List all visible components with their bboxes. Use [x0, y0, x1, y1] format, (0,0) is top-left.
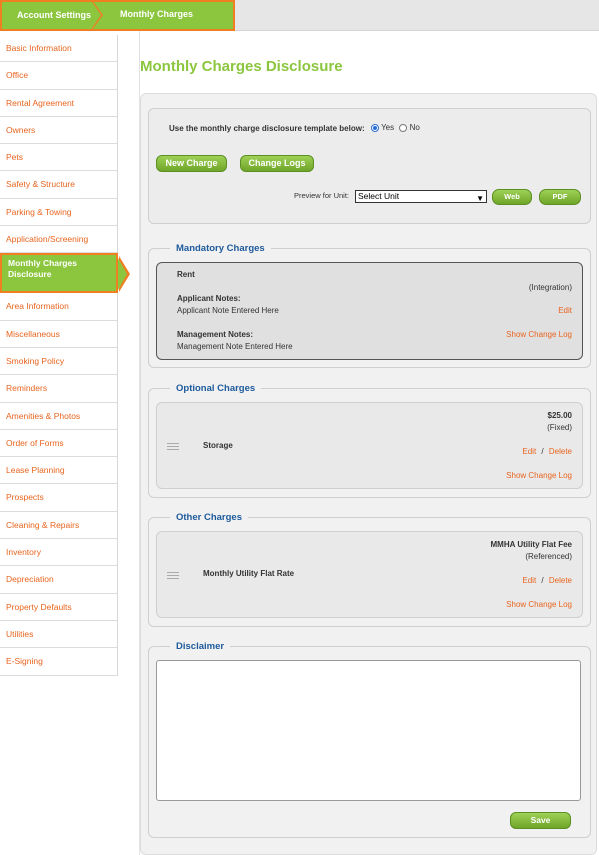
other-charges-legend: Other Charges [170, 512, 248, 523]
sidebar-item-safety-structure[interactable]: Safety & Structure [0, 171, 117, 199]
sidebar-item-utilities[interactable]: Utilities [0, 620, 117, 649]
mandatory-charges-section: Mandatory Charges Rent (Integration) App… [148, 243, 591, 368]
show-change-log-link[interactable]: Show Change Log [506, 330, 572, 339]
charge-amount: MMHA Utility Flat Fee [490, 540, 572, 549]
applicant-note-text: Applicant Note Entered Here [177, 306, 279, 315]
preview-unit-label: Preview for Unit: [294, 191, 350, 200]
mandatory-charges-legend: Mandatory Charges [170, 243, 271, 254]
preview-pdf-button[interactable]: PDF [539, 189, 581, 205]
sidebar-item-inventory[interactable]: Inventory [0, 539, 117, 567]
sidebar-item-prospects[interactable]: Prospects [0, 484, 117, 512]
breadcrumb-current-label: Monthly Charges [120, 9, 194, 19]
show-change-log-link[interactable]: Show Change Log [506, 600, 572, 609]
charge-actions: Edit / Delete [522, 576, 572, 585]
charge-name: Storage [203, 441, 233, 450]
sidebar-item-property-defaults[interactable]: Property Defaults [0, 593, 117, 621]
template-yes-label: Yes [381, 123, 395, 132]
sidebar-item-depreciation[interactable]: Depreciation [0, 566, 117, 594]
charge-actions: Edit / Delete [522, 447, 572, 456]
management-notes-label: Management Notes: [177, 330, 254, 339]
breadcrumb-parent[interactable]: Account Settings [0, 0, 98, 31]
template-question: Use the monthly charge disclosure templa… [169, 124, 365, 133]
charge-name: Rent [177, 270, 195, 279]
sidebar-item-reminders[interactable]: Reminders [0, 375, 117, 403]
charge-type: (Fixed) [547, 423, 572, 432]
preview-unit-select[interactable]: Select Unit ▼ [355, 190, 487, 203]
change-logs-button[interactable]: Change Logs [240, 155, 314, 172]
charge-type: (Integration) [528, 283, 572, 292]
preview-unit-value: Select Unit [358, 191, 400, 201]
applicant-notes-label: Applicant Notes: [177, 294, 241, 303]
main-content: Monthly Charges Disclosure Use the month… [139, 31, 599, 855]
template-no-radio[interactable] [399, 123, 408, 132]
breadcrumb-parent-label[interactable]: Account Settings [17, 10, 91, 20]
sidebar-item-smoking-policy[interactable]: Smoking Policy [0, 347, 117, 376]
new-charge-button[interactable]: New Charge [156, 155, 227, 172]
sidebar-item-office[interactable]: Office [0, 62, 117, 90]
save-button[interactable]: Save [510, 812, 571, 829]
sidebar-item-cleaning-repairs[interactable]: Cleaning & Repairs [0, 511, 117, 540]
edit-link[interactable]: Edit [522, 447, 536, 456]
charge-type: (Referenced) [525, 552, 572, 561]
edit-link[interactable]: Edit [558, 306, 572, 315]
template-no-label: No [409, 123, 420, 132]
optional-charge-card: Storage $25.00 (Fixed) Edit / Delete Sho… [156, 402, 583, 489]
breadcrumb-current: Monthly Charges [96, 0, 235, 31]
action-separator: / [541, 447, 544, 456]
sidebar-item-application-screening[interactable]: Application/Screening [0, 226, 117, 254]
breadcrumb: Monthly Charges Account Settings [0, 0, 599, 31]
chevron-down-icon: ▼ [476, 194, 484, 203]
optional-charges-section: Optional Charges Storage $25.00 (Fixed) … [148, 383, 591, 498]
sidebar-item-basic-information[interactable]: Basic Information [0, 35, 117, 63]
drag-handle-icon[interactable] [167, 443, 179, 452]
disclaimer-legend: Disclaimer [170, 641, 231, 652]
template-options-box: Use the monthly charge disclosure templa… [148, 108, 591, 224]
sidebar-item-owners[interactable]: Owners [0, 116, 117, 145]
sidebar-item-miscellaneous[interactable]: Miscellaneous [0, 320, 117, 348]
edit-link[interactable]: Edit [522, 576, 536, 585]
sidebar-item-pets[interactable]: Pets [0, 144, 117, 172]
sidebar-item-e-signing[interactable]: E-Signing [0, 648, 117, 676]
sidebar-item-rental-agreement[interactable]: Rental Agreement [0, 89, 117, 117]
other-charge-card: Monthly Utility Flat Rate MMHA Utility F… [156, 531, 583, 618]
drag-handle-icon[interactable] [167, 572, 179, 581]
action-separator: / [541, 576, 544, 585]
sidebar-item-amenities-photos[interactable]: Amenities & Photos [0, 402, 117, 430]
settings-panel: Use the monthly charge disclosure templa… [140, 93, 597, 855]
template-radio-group: Yes No [371, 123, 420, 132]
disclaimer-textarea[interactable] [156, 660, 581, 801]
other-charges-section: Other Charges Monthly Utility Flat Rate … [148, 512, 591, 627]
template-yes-radio[interactable] [371, 123, 379, 132]
preview-web-button[interactable]: Web [492, 189, 532, 205]
charge-name: Monthly Utility Flat Rate [203, 569, 295, 578]
sidebar-item-lease-planning[interactable]: Lease Planning [0, 457, 117, 485]
breadcrumb-separator-fill [92, 2, 101, 28]
sidebar-item-order-of-forms[interactable]: Order of Forms [0, 429, 117, 458]
delete-link[interactable]: Delete [549, 576, 572, 585]
sidebar-item-area-information[interactable]: Area Information [0, 293, 117, 321]
sidebar: Basic Information Office Rental Agreement O… [0, 35, 130, 676]
show-change-log-link[interactable]: Show Change Log [506, 471, 572, 480]
optional-charges-legend: Optional Charges [170, 383, 262, 394]
management-note-text: Management Note Entered Here [177, 342, 293, 351]
sidebar-item-monthly-charges-disclosure[interactable]: Monthly Charges Disclosure [0, 253, 130, 294]
disclaimer-section: Disclaimer Save [148, 641, 591, 838]
mandatory-charge-card: Rent (Integration) Applicant Notes: Appl… [156, 262, 583, 360]
delete-link[interactable]: Delete [549, 447, 572, 456]
charge-amount: $25.00 [547, 411, 572, 420]
page-title: Monthly Charges Disclosure [140, 58, 343, 75]
sidebar-item-parking-towing[interactable]: Parking & Towing [0, 198, 117, 227]
